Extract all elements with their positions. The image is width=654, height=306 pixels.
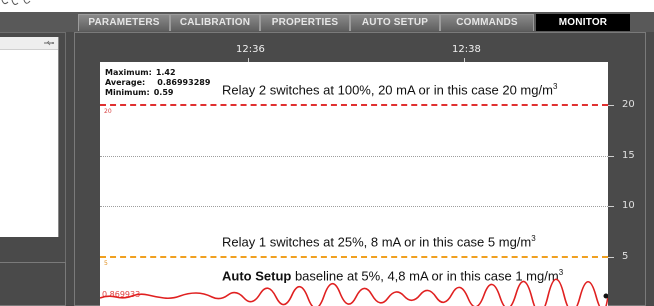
left-panel bbox=[0, 37, 59, 237]
top-strip bbox=[0, 0, 654, 12]
left-lower-panel bbox=[0, 262, 66, 306]
usb-icon[interactable] bbox=[44, 40, 54, 46]
signal-trace bbox=[100, 278, 608, 306]
y-label-15: 15 bbox=[622, 150, 635, 161]
cropped-text-fragment bbox=[1, 0, 31, 5]
tab-properties[interactable]: PROPERTIES bbox=[260, 14, 350, 31]
left-panel-header bbox=[0, 37, 58, 50]
time-label-1236: 12:36 bbox=[236, 44, 265, 55]
y-label-5: 5 bbox=[622, 251, 629, 262]
tab-monitor[interactable]: MONITOR bbox=[536, 14, 630, 31]
y-tick bbox=[608, 105, 614, 106]
y-tick bbox=[608, 257, 614, 258]
tab-commands[interactable]: COMMANDS bbox=[440, 14, 534, 31]
monitor-plot: Maximum: 1.42 Average: 0.86993289 Minimum:… bbox=[100, 62, 608, 306]
tab-calibration[interactable]: CALIBRATION bbox=[170, 14, 260, 31]
y-label-10: 10 bbox=[622, 200, 635, 211]
tab-parameters[interactable]: PARAMETERS bbox=[78, 14, 170, 31]
y-tick bbox=[608, 206, 614, 207]
tab-auto-setup[interactable]: AUTO SETUP bbox=[350, 14, 440, 31]
y-tick bbox=[608, 156, 614, 157]
time-label-1238: 12:38 bbox=[452, 44, 481, 55]
y-label-20: 20 bbox=[622, 99, 635, 110]
